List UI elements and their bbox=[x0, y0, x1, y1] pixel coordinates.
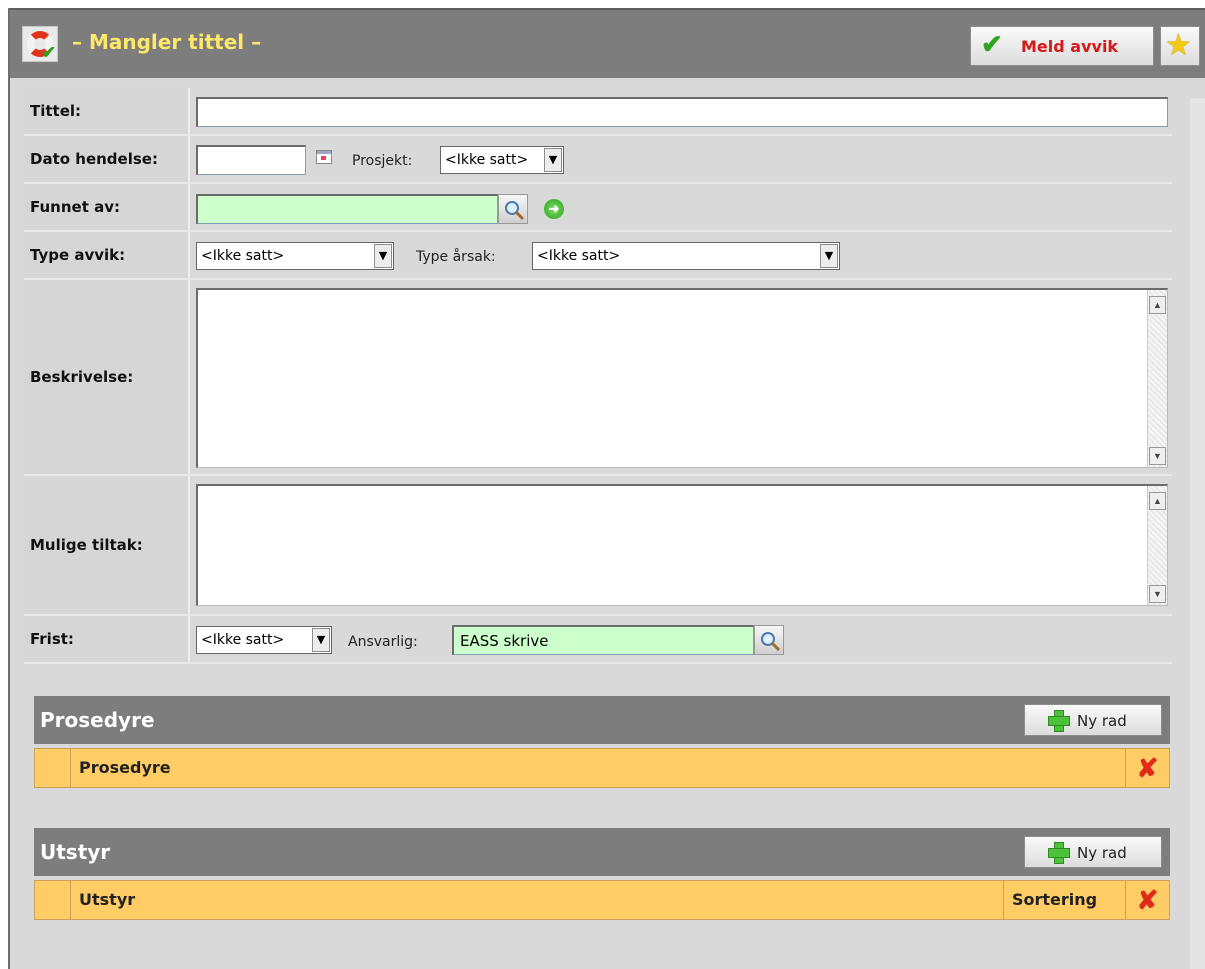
delete-icon[interactable]: ✘ bbox=[1125, 881, 1169, 919]
search-icon bbox=[761, 632, 781, 652]
row-handle bbox=[35, 749, 71, 787]
utstyr-header: Utstyr Ny rad bbox=[34, 828, 1170, 876]
utstyr-title: Utstyr bbox=[40, 840, 111, 864]
row-frist: Frist: <Ikke satt> ▼ Ansvarlig: EASS skr… bbox=[24, 616, 1172, 664]
row-funnet: Funnet av: ➜ bbox=[24, 184, 1172, 232]
dato-label: Dato hendelse: bbox=[30, 150, 158, 168]
delete-icon[interactable]: ✘ bbox=[1125, 749, 1169, 787]
table-header-row: Prosedyre ✘ bbox=[34, 748, 1170, 788]
chevron-down-icon: ▼ bbox=[820, 244, 838, 268]
type-arsak-label: Type årsak: bbox=[416, 249, 496, 265]
prosjekt-select[interactable]: <Ikke satt> ▼ bbox=[440, 146, 564, 174]
row-tiltak: Mulige tiltak: ▲ ▼ bbox=[24, 476, 1172, 616]
funnet-input[interactable] bbox=[196, 194, 498, 224]
scroll-up-icon[interactable]: ▲ bbox=[1149, 296, 1166, 314]
search-button[interactable] bbox=[498, 194, 528, 224]
type-avvik-select[interactable]: <Ikke satt> ▼ bbox=[196, 242, 394, 270]
page-title: – Mangler tittel – bbox=[72, 30, 262, 54]
prosedyre-column-header[interactable]: Prosedyre bbox=[71, 749, 171, 787]
row-dato: Dato hendelse: Prosjekt: <Ikke satt> ▼ bbox=[24, 136, 1172, 184]
ansvarlig-input[interactable]: EASS skrive bbox=[452, 625, 754, 655]
table-header-row: Utstyr Sortering ✘ bbox=[34, 880, 1170, 920]
tittel-input[interactable] bbox=[196, 97, 1168, 127]
row-tittel: Tittel: bbox=[24, 88, 1172, 136]
type-avvik-label: Type avvik: bbox=[30, 246, 126, 264]
tiltak-textarea[interactable]: ▲ ▼ bbox=[196, 484, 1168, 606]
type-arsak-select[interactable]: <Ikke satt> ▼ bbox=[532, 242, 840, 270]
sortering-column-header[interactable]: Sortering bbox=[1003, 881, 1125, 919]
ansvarlig-label: Ansvarlig: bbox=[348, 634, 418, 650]
scrollbar[interactable]: ▲ ▼ bbox=[1147, 486, 1167, 605]
scrollbar[interactable]: ▲ ▼ bbox=[1147, 290, 1167, 467]
scroll-down-icon[interactable]: ▼ bbox=[1149, 447, 1166, 465]
favorite-button[interactable]: ★ bbox=[1160, 26, 1200, 66]
frist-label: Frist: bbox=[30, 630, 74, 648]
scroll-up-icon[interactable]: ▲ bbox=[1149, 492, 1166, 510]
chevron-down-icon: ▼ bbox=[544, 148, 562, 172]
dato-input[interactable] bbox=[196, 145, 306, 175]
prosjekt-label: Prosjekt: bbox=[352, 153, 413, 169]
utstyr-section: Utstyr Ny rad Utstyr Sortering ✘ bbox=[34, 828, 1170, 924]
tiltak-label: Mulige tiltak: bbox=[30, 536, 143, 554]
right-edge bbox=[1190, 98, 1205, 969]
chevron-down-icon: ▼ bbox=[374, 244, 392, 268]
tittel-label: Tittel: bbox=[30, 102, 82, 120]
frist-select[interactable]: <Ikke satt> ▼ bbox=[196, 626, 332, 654]
star-icon: ★ bbox=[1165, 29, 1192, 62]
search-icon bbox=[505, 201, 525, 221]
utstyr-column-header[interactable]: Utstyr bbox=[71, 881, 135, 919]
plus-icon bbox=[1047, 841, 1070, 864]
beskrivelse-textarea[interactable]: ▲ ▼ bbox=[196, 288, 1168, 468]
plus-icon bbox=[1047, 709, 1070, 732]
go-arrow-icon[interactable]: ➜ bbox=[544, 199, 564, 219]
prosedyre-header: Prosedyre Ny rad bbox=[34, 696, 1170, 744]
row-beskrivelse: Beskrivelse: ▲ ▼ bbox=[24, 280, 1172, 476]
beskrivelse-label: Beskrivelse: bbox=[30, 368, 134, 386]
utstyr-ny-rad-button[interactable]: Ny rad bbox=[1024, 836, 1162, 868]
funnet-label: Funnet av: bbox=[30, 198, 120, 216]
prosedyre-title: Prosedyre bbox=[40, 708, 155, 732]
chevron-down-icon: ▼ bbox=[312, 628, 330, 652]
form-window: ✔ – Mangler tittel – ✔ Meld avvik ★ Titt… bbox=[8, 8, 1205, 969]
prosedyre-ny-rad-button[interactable]: Ny rad bbox=[1024, 704, 1162, 736]
row-type: Type avvik: <Ikke satt> ▼ Type årsak: <I… bbox=[24, 232, 1172, 280]
scroll-down-icon[interactable]: ▼ bbox=[1149, 585, 1166, 603]
prosedyre-section: Prosedyre Ny rad Prosedyre ✘ bbox=[34, 696, 1170, 792]
checkmark-icon: ✔ bbox=[981, 29, 1003, 59]
meld-avvik-button[interactable]: ✔ Meld avvik bbox=[970, 26, 1154, 66]
lifebuoy-icon: ✔ bbox=[22, 26, 58, 62]
calendar-icon[interactable] bbox=[316, 150, 332, 164]
meld-avvik-label: Meld avvik bbox=[1021, 37, 1119, 56]
row-handle bbox=[35, 881, 71, 919]
search-button[interactable] bbox=[754, 625, 784, 655]
title-bar: ✔ – Mangler tittel – ✔ Meld avvik ★ bbox=[10, 8, 1205, 78]
